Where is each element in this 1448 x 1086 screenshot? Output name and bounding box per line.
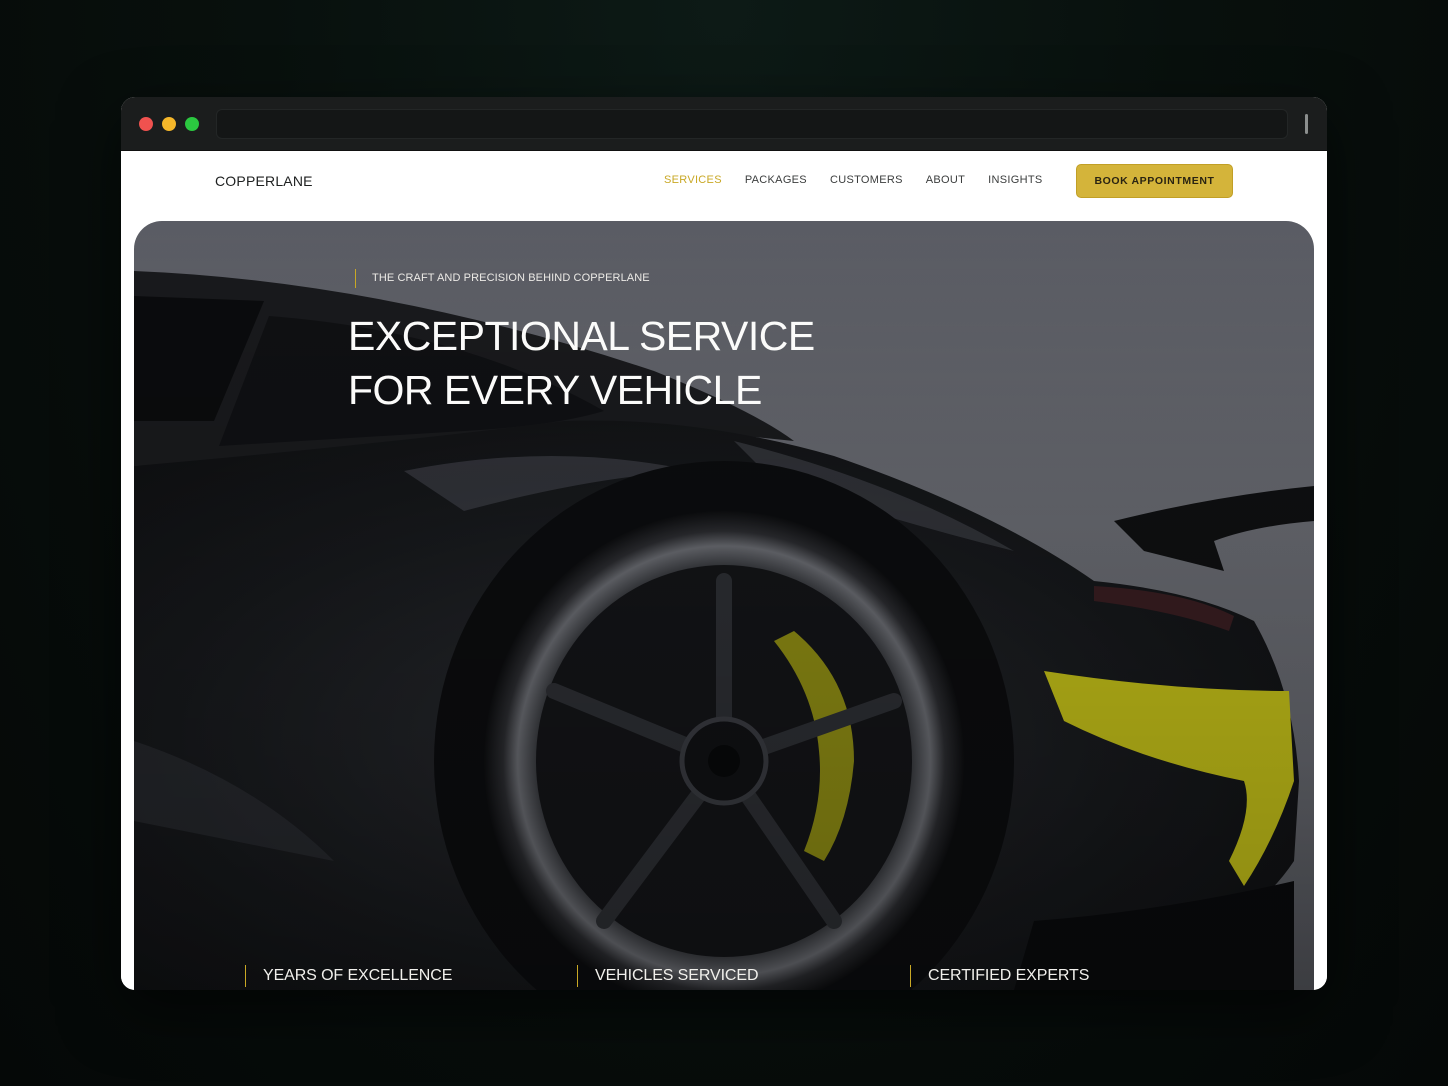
browser-chrome (121, 97, 1327, 151)
navbar: COPPERLANE SERVICES PACKAGES CUSTOMERS A… (121, 151, 1327, 213)
nav-links: SERVICES PACKAGES CUSTOMERS ABOUT INSIGH… (664, 174, 1066, 186)
web-page: COPPERLANE SERVICES PACKAGES CUSTOMERS A… (121, 151, 1327, 990)
address-bar[interactable] (216, 109, 1288, 139)
hero-headline: EXCEPTIONAL SERVICE FOR EVERY VEHICLE (348, 309, 908, 417)
browser-window: COPPERLANE SERVICES PACKAGES CUSTOMERS A… (121, 97, 1327, 990)
stat-vehicles-serviced: VEHICLES SERVICED (577, 965, 759, 987)
hero-headline-line-1: EXCEPTIONAL SERVICE (348, 313, 815, 359)
hero-eyebrow: THE CRAFT AND PRECISION BEHIND COPPERLAN… (355, 269, 650, 288)
browser-menu-handle[interactable] (1305, 114, 1308, 134)
nav-link-customers[interactable]: CUSTOMERS (830, 174, 903, 186)
nav-link-packages[interactable]: PACKAGES (745, 174, 807, 186)
hero-headline-line-2: FOR EVERY VEHICLE (348, 367, 762, 413)
maximize-window-button[interactable] (185, 117, 199, 131)
stat-certified-experts: CERTIFIED EXPERTS (910, 965, 1089, 987)
hero-section: THE CRAFT AND PRECISION BEHIND COPPERLAN… (134, 221, 1314, 990)
nav-link-insights[interactable]: INSIGHTS (988, 174, 1042, 186)
close-window-button[interactable] (139, 117, 153, 131)
site-logo[interactable]: COPPERLANE (215, 173, 313, 189)
minimize-window-button[interactable] (162, 117, 176, 131)
book-appointment-button[interactable]: BOOK APPOINTMENT (1076, 164, 1233, 198)
nav-link-about[interactable]: ABOUT (926, 174, 965, 186)
stat-years-of-excellence: YEARS OF EXCELLENCE (245, 965, 452, 987)
nav-link-services[interactable]: SERVICES (664, 174, 722, 186)
